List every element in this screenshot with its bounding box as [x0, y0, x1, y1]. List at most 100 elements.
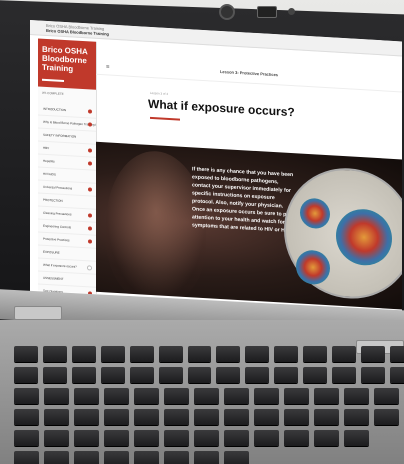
progress-dot-icon	[87, 265, 92, 271]
sidebar-item-label: INTRODUCTION	[43, 106, 66, 113]
sidebar-item-label: HIV/AIDS	[43, 171, 56, 177]
keyboard-key	[44, 451, 69, 464]
progress-dot-icon	[88, 109, 92, 114]
keyboard-key	[129, 346, 154, 362]
keyboard-key	[14, 346, 38, 362]
keyboard-key	[344, 430, 369, 446]
keyboard-key	[216, 367, 241, 383]
keyboard-key	[14, 409, 39, 425]
keyboard-key	[314, 430, 339, 446]
keyboard-key	[129, 367, 154, 383]
keyboard-key	[374, 388, 399, 404]
keyboard-row	[14, 451, 404, 464]
webcam-icon	[219, 4, 235, 20]
progress-dot-icon	[88, 226, 92, 231]
virus-illustration	[336, 207, 392, 267]
keyboard-key	[284, 430, 309, 446]
keyboard-key	[344, 409, 369, 425]
keyboard-row	[14, 430, 404, 446]
sidebar-item-label: Hepatitis	[43, 158, 55, 164]
keyboard-key	[44, 430, 69, 446]
keyboard-key	[44, 388, 69, 404]
keyboard-key	[344, 388, 369, 404]
keyboard-key	[303, 346, 328, 362]
keyboard-key	[389, 367, 404, 383]
keyboard-key	[104, 409, 129, 425]
keyboard-key	[245, 346, 270, 362]
keyboard-key	[100, 346, 125, 362]
keyboard-key	[134, 430, 159, 446]
course-progress-text: 0% COMPLETE	[42, 90, 64, 96]
keyboard-key	[274, 367, 299, 383]
anatomy-illustration	[106, 148, 206, 305]
sidebar-item-label: Engineering Controls	[43, 223, 72, 230]
sidebar-item-label: Cleaning Precautions	[43, 210, 72, 217]
keyboard-key	[284, 409, 309, 425]
hero-image-block: If there is any chance that you have bee…	[96, 141, 402, 310]
keyboard-key	[74, 430, 99, 446]
keyboard-key	[14, 451, 39, 464]
hinge-tab-left	[14, 306, 62, 320]
progress-dot-icon	[88, 161, 92, 166]
keyboard-key	[104, 430, 129, 446]
keyboard-key	[158, 367, 183, 383]
keyboard-key	[44, 409, 69, 425]
keyboard-key	[361, 367, 385, 383]
photo-scene: Brico OSHA Bloodborne Training Brico OSH…	[0, 0, 404, 464]
keyboard-key	[164, 451, 189, 464]
sidebar-item-label: ASSESSMENT	[43, 275, 64, 281]
keyboard-key	[164, 430, 189, 446]
keyboard-key	[361, 346, 385, 362]
keyboard-key	[194, 430, 219, 446]
light-sensor-icon	[288, 8, 295, 15]
keyboard-key	[71, 367, 96, 383]
keyboard-key	[254, 409, 279, 425]
keyboard-key	[332, 346, 357, 362]
keyboard-key	[194, 451, 219, 464]
keyboard-key	[74, 409, 99, 425]
keyboard-key	[134, 409, 159, 425]
progress-dot-icon	[88, 213, 92, 218]
progress-dot-icon	[88, 239, 92, 244]
keyboard-key	[71, 346, 96, 362]
keyboard-key	[158, 346, 183, 362]
keyboard-row	[14, 388, 404, 404]
hero-text: If there is any chance that you have bee…	[192, 166, 296, 235]
sidebar-item-label: Protective Practices	[43, 236, 70, 243]
virus-illustration	[300, 197, 330, 230]
microscope-lens-illustration	[284, 164, 402, 303]
keyboard-key	[187, 346, 212, 362]
keyboard-key	[100, 367, 125, 383]
keyboard-key	[42, 346, 67, 362]
lesson-label: Lesson 3 of 4	[150, 90, 169, 96]
keyboard-key	[134, 451, 159, 464]
course-brand: Brico OSHA Bloodborne Training	[38, 38, 96, 90]
keyboard-key	[224, 388, 249, 404]
sidebar-item-label: Universal Precautions	[43, 184, 73, 191]
keyboard-key	[314, 388, 339, 404]
keyboard-key	[194, 409, 219, 425]
brand-underline	[42, 78, 64, 82]
keyboard-row	[14, 409, 404, 425]
keyboard-key	[194, 388, 219, 404]
sidebar-item-label: HBV	[43, 145, 50, 151]
keyboard-key	[134, 388, 159, 404]
keyboard-key	[104, 451, 129, 464]
page-title: What if exposure occurs?	[148, 96, 295, 120]
keyboard-key	[254, 430, 279, 446]
keyboard-key	[164, 388, 189, 404]
course-brand-title: Brico OSHA Bloodborne Training	[42, 44, 88, 74]
keyboard-key	[389, 346, 404, 362]
keyboard-key	[14, 430, 39, 446]
sidebar-item-label: EXPOSURE	[43, 249, 60, 255]
keyboard-key	[187, 367, 212, 383]
keyboard-row	[14, 346, 404, 362]
keyboard-key	[245, 367, 270, 383]
keyboard-key	[254, 388, 279, 404]
keyboard-key	[303, 367, 328, 383]
progress-dot-icon	[88, 148, 92, 153]
keyboard-key	[284, 388, 309, 404]
keyboard-key	[104, 388, 129, 404]
keyboard	[14, 346, 404, 464]
title-accent-bar	[150, 116, 180, 121]
